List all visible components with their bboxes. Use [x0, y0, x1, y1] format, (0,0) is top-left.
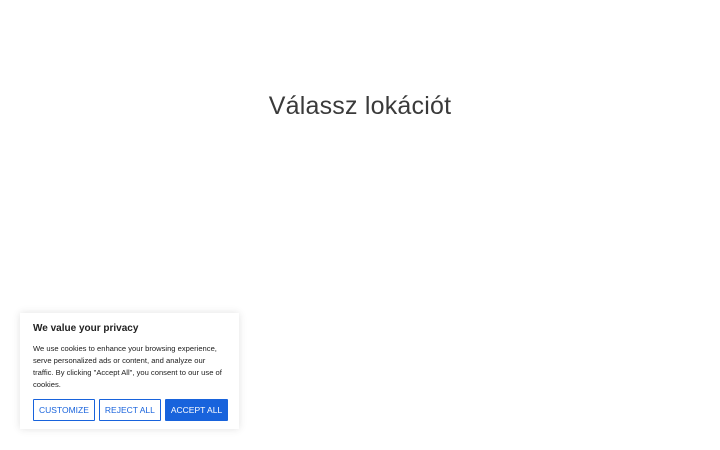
- customize-button[interactable]: CUSTOMIZE: [33, 399, 95, 421]
- cookie-banner-text: We use cookies to enhance your browsing …: [33, 344, 222, 389]
- cookie-banner-title: We value your privacy: [33, 323, 139, 334]
- reject-all-button[interactable]: REJECT ALL: [98, 399, 161, 421]
- page: Válassz lokációt We value your privacy W…: [0, 0, 720, 450]
- cookie-consent-banner: We value your privacy We use cookies to …: [20, 313, 239, 429]
- cookie-banner-buttons: CUSTOMIZE REJECT ALL ACCEPT ALL: [33, 399, 229, 421]
- accept-all-button[interactable]: ACCEPT ALL: [164, 399, 229, 421]
- page-title: Válassz lokációt: [268, 92, 452, 120]
